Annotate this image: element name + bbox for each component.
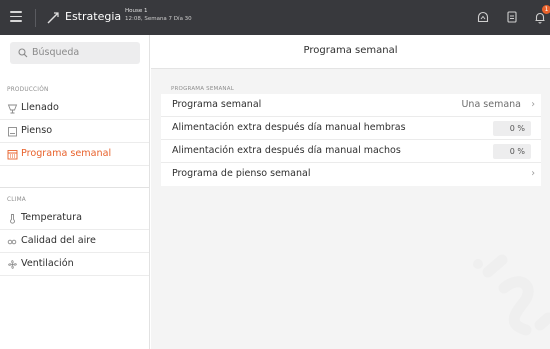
top-bar: Estrategia House 1 12:08, Semana 7 Día 3…: [0, 0, 550, 35]
house-time-week-day: 12:08, Semana 7 Día 30: [125, 16, 192, 22]
percent-input-hembras[interactable]: 0 %: [493, 121, 531, 136]
page-title: Programa semanal: [303, 45, 398, 56]
section-divider: [0, 187, 149, 188]
section-title-clima: CLIMA: [7, 197, 26, 203]
sidebar-item-llenado[interactable]: Llenado: [0, 97, 149, 120]
sidebar-item-label: Calidad del aire: [21, 235, 96, 246]
air-quality-icon: [7, 239, 17, 245]
group-label: PROGRAMA SEMANAL: [171, 86, 234, 92]
feeder-icon: [7, 104, 18, 114]
sidebar-item-ventilacion[interactable]: Ventilación: [0, 253, 149, 276]
chevron-right-icon: ›: [531, 168, 535, 179]
hamburger-menu-icon[interactable]: [10, 11, 22, 22]
strategy-label[interactable]: Estrategia: [65, 10, 121, 23]
row-label: Alimentación extra después día manual ma…: [172, 145, 401, 156]
sidebar-item-programa-semanal[interactable]: Programa semanal: [0, 143, 149, 166]
calendar-icon: [7, 150, 18, 160]
section-title-produccion: PRODUCCIÓN: [7, 87, 49, 93]
report-icon[interactable]: [505, 10, 519, 24]
house-info: House 1 12:08, Semana 7 Día 30: [125, 7, 192, 23]
search-icon: [18, 48, 28, 58]
feed-sack-icon: [8, 127, 17, 137]
sidebar-item-temperatura[interactable]: Temperatura: [0, 207, 149, 230]
row-extra-hembras: Alimentación extra después día manual he…: [161, 117, 541, 140]
chevron-right-icon: ›: [531, 99, 535, 110]
notification-badge: 1: [542, 5, 550, 14]
percent-input-machos[interactable]: 0 %: [493, 144, 531, 159]
house-name: House 1: [125, 8, 148, 14]
row-label: Programa de pienso semanal: [172, 168, 311, 179]
row-extra-machos: Alimentación extra después día manual ma…: [161, 140, 541, 163]
sidebar-item-label: Llenado: [21, 102, 59, 113]
page-header: Programa semanal: [151, 35, 550, 69]
row-label: Alimentación extra después día manual he…: [172, 122, 406, 133]
row-label: Programa semanal: [172, 99, 262, 110]
sidebar-item-label: Pienso: [21, 125, 53, 136]
search-placeholder: Búsqueda: [32, 47, 80, 58]
search-input[interactable]: Búsqueda: [10, 42, 140, 64]
sidebar: Búsqueda PRODUCCIÓN Llenado Pienso Progr…: [0, 35, 150, 349]
alarm-icon[interactable]: [476, 10, 490, 24]
sidebar-item-calidad-del-aire[interactable]: Calidad del aire: [0, 230, 149, 253]
settings-list: Programa semanal Una semana › Alimentaci…: [161, 94, 541, 186]
row-value: Una semana: [461, 99, 521, 110]
main-content: Programa semanal PROGRAMA SEMANAL Progra…: [151, 35, 550, 349]
row-programa-semanal[interactable]: Programa semanal Una semana ›: [161, 94, 541, 117]
sidebar-item-label: Ventilación: [21, 258, 74, 269]
sidebar-item-label: Temperatura: [21, 212, 82, 223]
thermometer-icon: [10, 214, 15, 224]
topbar-divider: [35, 9, 36, 27]
fan-icon: [8, 260, 17, 269]
sidebar-item-pienso[interactable]: Pienso: [0, 120, 149, 143]
row-programa-pienso-semanal[interactable]: Programa de pienso semanal ›: [161, 163, 541, 186]
sidebar-item-label: Programa semanal: [21, 148, 112, 159]
strategy-icon: [47, 12, 59, 24]
